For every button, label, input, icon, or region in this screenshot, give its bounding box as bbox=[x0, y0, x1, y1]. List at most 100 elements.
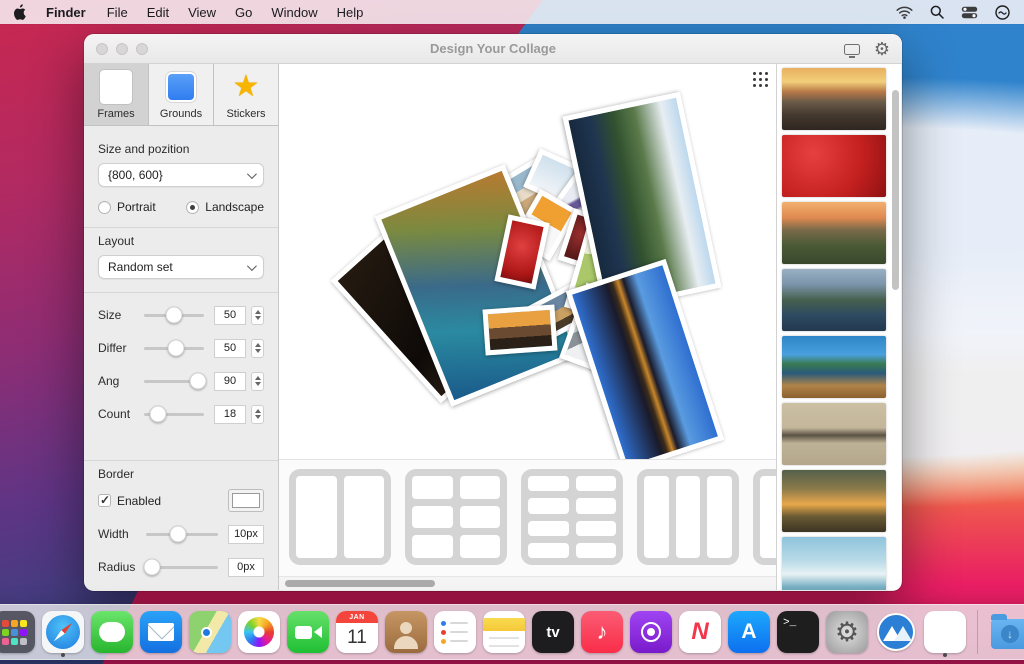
landscape-label: Landscape bbox=[205, 200, 264, 214]
border-width-value[interactable]: 10px bbox=[228, 525, 264, 544]
dock-photos-icon[interactable] bbox=[238, 611, 280, 653]
menu-item-file[interactable]: File bbox=[107, 5, 128, 20]
calendar-month: JAN bbox=[336, 611, 378, 623]
border-radius-slider[interactable] bbox=[146, 566, 218, 569]
dock-app-store-icon[interactable]: A bbox=[728, 611, 770, 653]
dock-design-your-collage-icon[interactable] bbox=[924, 611, 966, 653]
dock-mail-icon[interactable] bbox=[140, 611, 182, 653]
apple-menu[interactable] bbox=[14, 4, 28, 20]
display-icon[interactable] bbox=[844, 44, 860, 55]
tv-label: tv bbox=[546, 624, 559, 641]
vertical-scrollbar-thumb[interactable] bbox=[892, 90, 899, 290]
tab-grounds[interactable]: Grounds bbox=[149, 64, 214, 125]
ang-slider-label: Ang bbox=[98, 374, 140, 388]
border-enabled-checkbox[interactable] bbox=[98, 494, 111, 507]
size-stepper[interactable] bbox=[251, 306, 264, 325]
count-value-field[interactable]: 18 bbox=[214, 405, 246, 424]
template-three-columns[interactable] bbox=[637, 469, 739, 565]
wifi-icon[interactable] bbox=[896, 6, 913, 19]
slider-knob[interactable] bbox=[149, 406, 166, 423]
close-button[interactable] bbox=[96, 43, 108, 55]
differ-slider[interactable] bbox=[144, 347, 204, 350]
dock-contacts-icon[interactable] bbox=[385, 611, 427, 653]
count-stepper[interactable] bbox=[251, 405, 264, 424]
thumbnail-strawberries[interactable] bbox=[782, 135, 886, 197]
zoom-button[interactable] bbox=[136, 43, 148, 55]
thumbnail-rifle-on-sand[interactable] bbox=[782, 403, 886, 465]
title-bar[interactable]: Design Your Collage ⚙ bbox=[84, 34, 902, 64]
slider-knob[interactable] bbox=[169, 526, 186, 543]
horizontal-scrollbar-track[interactable] bbox=[279, 576, 776, 590]
layout-dropdown[interactable]: Random set bbox=[98, 255, 264, 279]
dock-music-icon[interactable]: ♪ bbox=[581, 611, 623, 653]
photo-thumbnail-rail bbox=[776, 64, 901, 590]
portrait-radio[interactable]: Portrait bbox=[98, 200, 186, 214]
slider-knob[interactable] bbox=[166, 307, 183, 324]
dock-downloads-folder-icon[interactable]: ↓ bbox=[989, 611, 1024, 653]
size-dropdown[interactable]: {800, 600} bbox=[98, 163, 264, 187]
menu-item-view[interactable]: View bbox=[188, 5, 216, 20]
size-slider[interactable] bbox=[144, 314, 204, 317]
thumbnail-fjord-mountains[interactable] bbox=[782, 269, 886, 331]
dock-podcasts-icon[interactable] bbox=[630, 611, 672, 653]
differ-value-field[interactable]: 50 bbox=[214, 339, 246, 358]
minimize-button[interactable] bbox=[116, 43, 128, 55]
chevron-down-icon bbox=[247, 261, 257, 271]
dock-facetime-icon[interactable] bbox=[287, 611, 329, 653]
slider-knob[interactable] bbox=[168, 340, 185, 357]
dock-launchpad-icon[interactable] bbox=[0, 611, 35, 653]
tab-stickers[interactable]: ★ Stickers bbox=[214, 64, 278, 125]
menu-item-go[interactable]: Go bbox=[235, 5, 252, 20]
menu-item-finder[interactable]: Finder bbox=[46, 5, 86, 20]
ang-slider[interactable] bbox=[144, 380, 204, 383]
dock-system-preferences-icon[interactable]: ⚙ bbox=[826, 611, 868, 653]
dots-grid-drag-handle-icon[interactable] bbox=[752, 71, 769, 88]
landscape-radio[interactable]: Landscape bbox=[186, 200, 264, 214]
template-grid-2x3[interactable] bbox=[405, 469, 507, 565]
dock-mountain-circle-app-icon[interactable] bbox=[875, 611, 917, 653]
dock-calendar-icon[interactable]: JAN 11 bbox=[336, 611, 378, 653]
dock-terminal-icon[interactable]: >_ bbox=[777, 611, 819, 653]
control-center-icon[interactable] bbox=[961, 6, 978, 19]
border-color-well[interactable] bbox=[228, 489, 264, 512]
collage-photo-sunset-pier[interactable] bbox=[482, 305, 557, 356]
slider-knob[interactable] bbox=[144, 559, 161, 576]
count-slider[interactable] bbox=[144, 413, 204, 416]
thumbnail-coastal-pine[interactable] bbox=[782, 336, 886, 398]
ang-value-field[interactable]: 90 bbox=[214, 372, 246, 391]
horizontal-scrollbar-thumb[interactable] bbox=[285, 580, 435, 587]
menu-item-help[interactable]: Help bbox=[337, 5, 364, 20]
chevron-down-icon bbox=[247, 169, 257, 179]
slider-knob[interactable] bbox=[190, 373, 207, 390]
ang-slider-row: Ang 90 bbox=[98, 370, 264, 392]
size-value-field[interactable]: 50 bbox=[214, 306, 246, 325]
border-radius-value[interactable]: 0px bbox=[228, 558, 264, 577]
thumbnail-sunset-pier[interactable] bbox=[782, 68, 886, 130]
thumbnail-sunlit-forest[interactable] bbox=[782, 470, 886, 532]
menu-extra-circle-icon[interactable] bbox=[995, 5, 1010, 20]
differ-stepper[interactable] bbox=[251, 339, 264, 358]
download-arrow-glyph: ↓ bbox=[1001, 625, 1019, 643]
green-frames-icon bbox=[100, 70, 132, 104]
menu-item-window[interactable]: Window bbox=[271, 5, 317, 20]
ang-stepper[interactable] bbox=[251, 372, 264, 391]
thumbnail-modern-architecture[interactable] bbox=[782, 537, 886, 590]
menu-item-edit[interactable]: Edit bbox=[147, 5, 169, 20]
dock-safari-icon[interactable] bbox=[42, 611, 84, 653]
dock-maps-icon[interactable] bbox=[189, 611, 231, 653]
dock-messages-icon[interactable] bbox=[91, 611, 133, 653]
spotlight-search-icon[interactable] bbox=[930, 5, 944, 19]
collage-canvas[interactable] bbox=[279, 64, 776, 460]
template-two-columns[interactable] bbox=[289, 469, 391, 565]
border-width-slider[interactable] bbox=[146, 533, 218, 536]
thumbnail-sunset-cliffs[interactable] bbox=[782, 202, 886, 264]
dock-apple-tv-icon[interactable]: tv bbox=[532, 611, 574, 653]
settings-gear-icon[interactable]: ⚙ bbox=[874, 40, 890, 58]
template-grid-2x4[interactable] bbox=[521, 469, 623, 565]
template-two-columns-partial[interactable] bbox=[753, 469, 776, 565]
dock-reminders-icon[interactable] bbox=[434, 611, 476, 653]
tab-frames[interactable]: Frames bbox=[84, 64, 149, 125]
dock-notes-icon[interactable] bbox=[483, 611, 525, 653]
dock-news-icon[interactable]: N bbox=[679, 611, 721, 653]
music-note-glyph: ♪ bbox=[597, 619, 608, 645]
